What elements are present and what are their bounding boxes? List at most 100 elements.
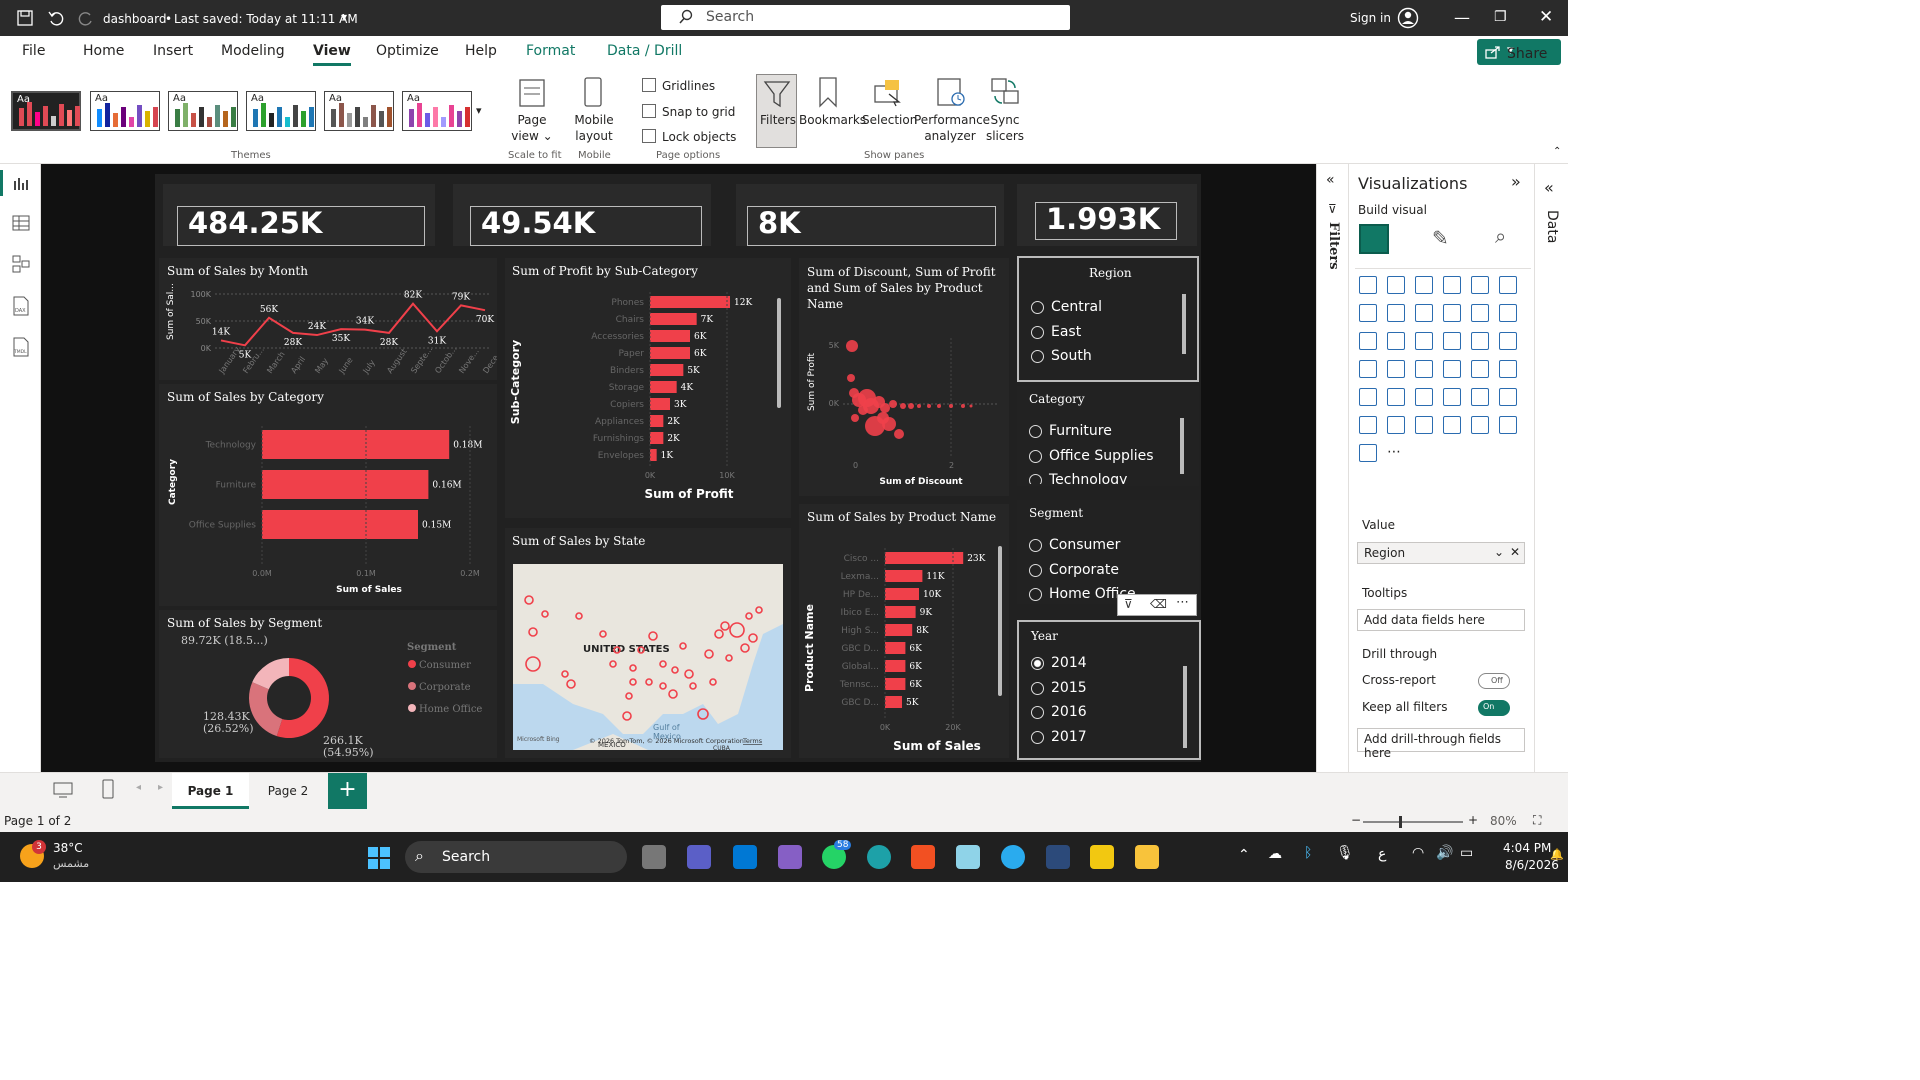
map-app-icon[interactable]	[956, 845, 980, 869]
zoom-out-icon[interactable]: −	[1351, 813, 1361, 827]
zoom-level[interactable]: 80%	[1490, 814, 1517, 828]
slicer-radio[interactable]	[1031, 731, 1044, 744]
build-visual-tab[interactable]	[1359, 224, 1389, 254]
model-view-icon[interactable]	[12, 255, 30, 273]
bar-chart-sales-by-category[interactable]: Sum of Sales by Category Category Technol…	[159, 384, 497, 606]
theme-5[interactable]: Aa	[324, 91, 394, 131]
stacked-bar-visual-icon[interactable]	[1359, 276, 1377, 294]
scatter-discount-profit-sales[interactable]: Sum of Discount, Sum of Profit and Sum o…	[799, 258, 1009, 496]
line-chart-sales-by-month[interactable]: Sum of Sales by Month Sum of Sal... 100K 5…	[159, 258, 497, 380]
slicer-item-office-supplies[interactable]: Office Supplies	[1049, 448, 1154, 464]
scrollbar[interactable]	[998, 546, 1002, 696]
tmdl-view-icon[interactable]: TMDL	[12, 337, 30, 357]
clustered-column-visual-icon[interactable]	[1443, 276, 1461, 294]
kpi-card-discount[interactable]: 8K	[736, 184, 1004, 246]
filter-icon[interactable]: ⊽	[1124, 597, 1133, 611]
narrative-visual-icon[interactable]	[1443, 416, 1461, 434]
collapse-ribbon-icon[interactable]: ⌃	[1553, 146, 1561, 157]
multi-card-visual-icon[interactable]	[1499, 360, 1517, 378]
task-view-icon[interactable]	[642, 845, 666, 869]
slicer-item-furniture[interactable]: Furniture	[1049, 423, 1112, 439]
zoom-slider[interactable]	[1363, 816, 1463, 828]
tooltips-drop-zone[interactable]: Add data fields here	[1357, 609, 1525, 631]
taskbar-search[interactable]: ⌕ Search	[405, 841, 627, 873]
windows-start-icon[interactable]	[367, 846, 391, 870]
prev-page-icon[interactable]: ◂	[136, 782, 141, 793]
slicer-item-south[interactable]: South	[1051, 348, 1092, 364]
chevron-down-icon[interactable]: ⌄	[1494, 545, 1504, 559]
maximize-icon[interactable]: ❐	[1494, 9, 1507, 25]
expand-filters-icon[interactable]: «	[1326, 172, 1335, 188]
filled-map-visual-icon[interactable]	[1359, 360, 1377, 378]
python-visual-visual-icon[interactable]	[1499, 388, 1517, 406]
themes-more-icon[interactable]: ▾	[476, 104, 482, 117]
report-view-icon[interactable]	[12, 175, 30, 191]
dax-query-icon[interactable]: DAX	[12, 296, 30, 316]
sync-slicers-button[interactable]: Sync slicers	[982, 112, 1028, 144]
slicer-radio[interactable]	[1029, 588, 1042, 601]
data-pane-collapsed[interactable]: « Data	[1534, 164, 1568, 772]
minimize-icon[interactable]: —	[1454, 8, 1470, 27]
analytics-icon[interactable]: ⌕	[1495, 224, 1506, 248]
slicer-item-corporate[interactable]: Corporate	[1049, 562, 1119, 578]
power-apps-visual-icon[interactable]	[1499, 416, 1517, 434]
vscode-icon[interactable]	[733, 845, 757, 869]
page-tab-1[interactable]: Page 1	[172, 773, 249, 809]
azure-map-visual-icon[interactable]	[1415, 360, 1433, 378]
stacked-column-visual-icon[interactable]	[1387, 276, 1405, 294]
scrollbar[interactable]	[1183, 666, 1187, 748]
card-visual-icon[interactable]	[1471, 360, 1489, 378]
close-icon[interactable]: ✕	[1539, 7, 1553, 27]
tab-help[interactable]: Help	[465, 43, 497, 59]
sign-in-link[interactable]: Sign in	[1350, 11, 1391, 25]
fit-to-page-icon[interactable]: ⛶	[1533, 813, 1541, 828]
slicer-item-2015[interactable]: 2015	[1051, 680, 1087, 696]
microphone-icon[interactable]: 🎙	[1336, 845, 1354, 861]
slicer-year[interactable]: Year 2014 2015 2016 2017	[1017, 620, 1201, 760]
donut-chart-sales-by-segment[interactable]: Sum of Sales by Segment 89.72K (18.5...)…	[159, 610, 497, 758]
value-field-region[interactable]: Region ⌄ ✕	[1357, 542, 1525, 564]
teams-icon[interactable]	[687, 845, 711, 869]
area-visual-icon[interactable]	[1387, 304, 1405, 322]
desktop-layout-icon[interactable]	[52, 781, 74, 799]
filters-pane-button[interactable]: Filters	[756, 74, 797, 148]
wifi-icon[interactable]: ◠	[1412, 845, 1424, 861]
theme-4[interactable]: Aa	[246, 91, 316, 131]
tab-modeling[interactable]: Modeling	[221, 43, 285, 59]
clock-time[interactable]: 4:04 PM	[1503, 841, 1551, 855]
slicer-item-2016[interactable]: 2016	[1051, 704, 1087, 720]
scrollbar[interactable]	[1182, 294, 1186, 354]
slicer-segment[interactable]: Segment Consumer Corporate Home Office ⊽…	[1017, 500, 1199, 616]
clustered-bar-visual-icon[interactable]	[1415, 276, 1433, 294]
collapse-pane-icon[interactable]: »	[1511, 172, 1521, 191]
search-box[interactable]: Search	[661, 5, 1070, 30]
power-bi-icon[interactable]	[1090, 845, 1114, 869]
kpi-visual-icon[interactable]	[1359, 388, 1377, 406]
kpi-card-profit[interactable]: 49.54K	[453, 184, 711, 246]
slicer-region[interactable]: Region Central East South	[1017, 256, 1199, 382]
line-column-visual-icon[interactable]	[1443, 304, 1461, 322]
undo-icon[interactable]	[47, 9, 65, 27]
slicer-item-consumer[interactable]: Consumer	[1049, 537, 1120, 553]
cross-report-toggle[interactable]: Off	[1478, 673, 1510, 689]
key-influencers-visual-icon[interactable]	[1359, 416, 1377, 434]
tab-data-drill[interactable]: Data / Drill	[607, 43, 682, 59]
scrollbar[interactable]	[777, 298, 781, 408]
funnel-chart-visual-icon[interactable]	[1359, 332, 1377, 350]
matrix-visual-icon[interactable]	[1443, 388, 1461, 406]
table-visual-icon[interactable]	[1415, 388, 1433, 406]
zoom-in-icon[interactable]: +	[1468, 813, 1478, 827]
slicer-item-2017[interactable]: 2017	[1051, 729, 1087, 745]
store-icon[interactable]	[911, 845, 935, 869]
filters-pane-collapsed[interactable]: « ⊽ Filters	[1316, 164, 1348, 772]
volume-icon[interactable]: 🔊	[1436, 845, 1453, 861]
gauge-visual-icon[interactable]	[1443, 360, 1461, 378]
save-icon[interactable]	[16, 9, 34, 27]
100-column-visual-icon[interactable]	[1499, 276, 1517, 294]
more-options-icon[interactable]: ⋯	[1176, 595, 1189, 610]
keep-filters-toggle[interactable]: On	[1478, 700, 1510, 716]
account-icon[interactable]	[1397, 7, 1419, 29]
onedrive-icon[interactable]: ☁	[1268, 846, 1282, 862]
visual-studio-icon[interactable]	[778, 845, 802, 869]
performance-analyzer-button[interactable]: Performance analyzer	[914, 112, 990, 144]
